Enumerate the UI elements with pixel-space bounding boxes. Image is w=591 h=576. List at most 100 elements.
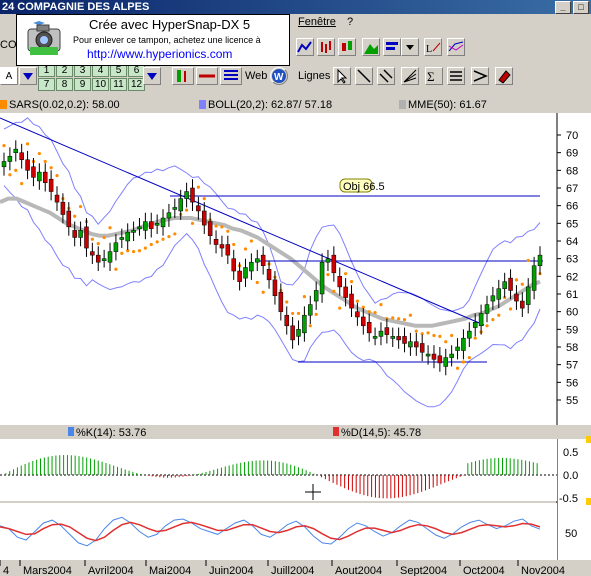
web-button[interactable]: W bbox=[270, 67, 288, 85]
sar-dot bbox=[214, 224, 218, 228]
line-chart-button[interactable] bbox=[296, 38, 314, 56]
y-tick-65: 65 bbox=[566, 218, 578, 230]
period-next-button[interactable] bbox=[143, 67, 161, 85]
indicator-list-button[interactable] bbox=[220, 67, 242, 85]
area-chart-button[interactable] bbox=[362, 38, 380, 56]
minimize-button[interactable]: _ bbox=[555, 1, 571, 14]
chart-type-dropdown[interactable] bbox=[401, 38, 419, 56]
period-button-9[interactable]: 9 bbox=[74, 78, 91, 91]
candle-body bbox=[213, 238, 219, 245]
horizontal-lines-icon bbox=[450, 71, 462, 81]
candle-body bbox=[537, 254, 543, 266]
candle-body bbox=[290, 325, 295, 341]
menu-window[interactable]: Fenêtre bbox=[298, 16, 336, 28]
hline-tool-button[interactable] bbox=[447, 67, 465, 85]
window-titlebar: 24 COMPAGNIE DES ALPES _ □ bbox=[0, 0, 591, 14]
legend-mme: MME(50): 61.67 bbox=[399, 99, 487, 112]
candle-body bbox=[131, 230, 136, 233]
candle-body bbox=[207, 221, 213, 236]
y-tick-69: 69 bbox=[566, 148, 578, 160]
candle-body bbox=[113, 242, 119, 252]
candle-chart-button[interactable] bbox=[338, 38, 356, 56]
candle-body bbox=[478, 313, 484, 327]
channel-tool-button[interactable] bbox=[377, 67, 395, 85]
ohlc-icon bbox=[321, 41, 331, 53]
sigma-tool-button[interactable]: Σ bbox=[425, 67, 443, 85]
sar-dot bbox=[467, 356, 471, 360]
candle-body bbox=[284, 314, 289, 327]
indicator-osc-button[interactable] bbox=[196, 67, 218, 85]
sar-dot bbox=[14, 168, 18, 172]
toolbar-bottom: kT A 123456789101112 Web W Lignes Σ bbox=[0, 64, 591, 92]
indicator-price-button[interactable] bbox=[172, 67, 194, 85]
candle-body bbox=[1, 161, 7, 168]
sar-dot bbox=[296, 311, 301, 316]
font-button[interactable]: A bbox=[0, 67, 18, 85]
x-label: Aout2004 bbox=[335, 565, 382, 576]
x-label: Avril2004 bbox=[88, 565, 134, 576]
candle-body bbox=[13, 148, 19, 153]
pointer-tool-button[interactable] bbox=[333, 67, 351, 85]
sar-dot bbox=[514, 278, 519, 282]
stamp-line1: Crée avec HyperSnap-DX 5 bbox=[89, 17, 251, 32]
candle-body bbox=[525, 286, 531, 305]
sar-dot bbox=[155, 240, 159, 244]
sar-dot bbox=[491, 318, 495, 322]
candle-body bbox=[19, 152, 24, 160]
candle-body bbox=[390, 336, 395, 339]
mountain-icon bbox=[364, 44, 378, 54]
volume-chart-button[interactable] bbox=[383, 38, 401, 56]
bar-chart-button[interactable] bbox=[317, 38, 335, 56]
sar-dot bbox=[73, 214, 77, 218]
legend-boll-text: BOLL(20,2): 62.87/ 57.18 bbox=[208, 99, 333, 111]
candle-body bbox=[490, 295, 496, 302]
period-button-11[interactable]: 11 bbox=[110, 78, 127, 91]
macd-tick-0.0: 0.0 bbox=[563, 470, 578, 482]
triangle-down-icon bbox=[147, 73, 157, 80]
period-button-7[interactable]: 7 bbox=[38, 78, 55, 91]
eraser-tool-button[interactable] bbox=[495, 67, 513, 85]
price-chart[interactable]: Obj 66.5 55 56 57 58 59 60 61 62 63 64 65 66 67 68 69 7… bbox=[0, 113, 591, 576]
trendline-tool-button[interactable] bbox=[355, 67, 373, 85]
candle-body bbox=[455, 346, 460, 351]
sar-dot bbox=[461, 360, 466, 364]
chevron-right-icon bbox=[473, 70, 488, 82]
candle-body bbox=[54, 194, 60, 203]
maximize-button[interactable]: □ bbox=[573, 1, 589, 14]
period-button-10[interactable]: 10 bbox=[92, 78, 109, 91]
candle-body bbox=[272, 279, 278, 297]
candlestick-icon bbox=[342, 41, 352, 51]
macd-tick--0.5: -0.5 bbox=[559, 493, 578, 505]
x-label: Juill2004 bbox=[271, 565, 314, 576]
sar-dot bbox=[120, 251, 124, 255]
arrow-tool-button[interactable] bbox=[471, 67, 489, 85]
fan-tool-button[interactable] bbox=[401, 67, 419, 85]
sar-dot bbox=[226, 229, 230, 233]
candle-body bbox=[184, 191, 189, 199]
candle-body bbox=[331, 254, 337, 274]
stamp-line2: Pour enlever ce tampon, achetez une lice… bbox=[73, 35, 261, 45]
candle-body bbox=[149, 221, 154, 229]
period-prev-button[interactable] bbox=[19, 67, 37, 85]
candle-body bbox=[90, 251, 95, 256]
candle-body bbox=[178, 198, 183, 212]
sar-dot bbox=[455, 366, 460, 370]
stamp-link[interactable]: http://www.hyperionics.com bbox=[87, 47, 232, 61]
menu-help[interactable]: ? bbox=[347, 16, 353, 28]
camera-icon bbox=[27, 21, 61, 55]
candle-body bbox=[467, 330, 472, 339]
sar-dot bbox=[243, 247, 248, 251]
candle-body bbox=[231, 258, 236, 272]
y-tick-55: 55 bbox=[566, 395, 578, 407]
candle-body bbox=[190, 187, 195, 203]
candle-body bbox=[496, 288, 502, 300]
sar-dot bbox=[497, 313, 501, 317]
log-scale-button[interactable]: L bbox=[424, 38, 442, 56]
candle-body bbox=[66, 210, 72, 228]
y-tick-56: 56 bbox=[566, 377, 578, 389]
compare-button[interactable] bbox=[447, 38, 465, 56]
candle-body bbox=[396, 336, 401, 341]
candle-body bbox=[119, 237, 125, 240]
web-icon: W bbox=[272, 69, 286, 83]
period-button-8[interactable]: 8 bbox=[56, 78, 73, 91]
